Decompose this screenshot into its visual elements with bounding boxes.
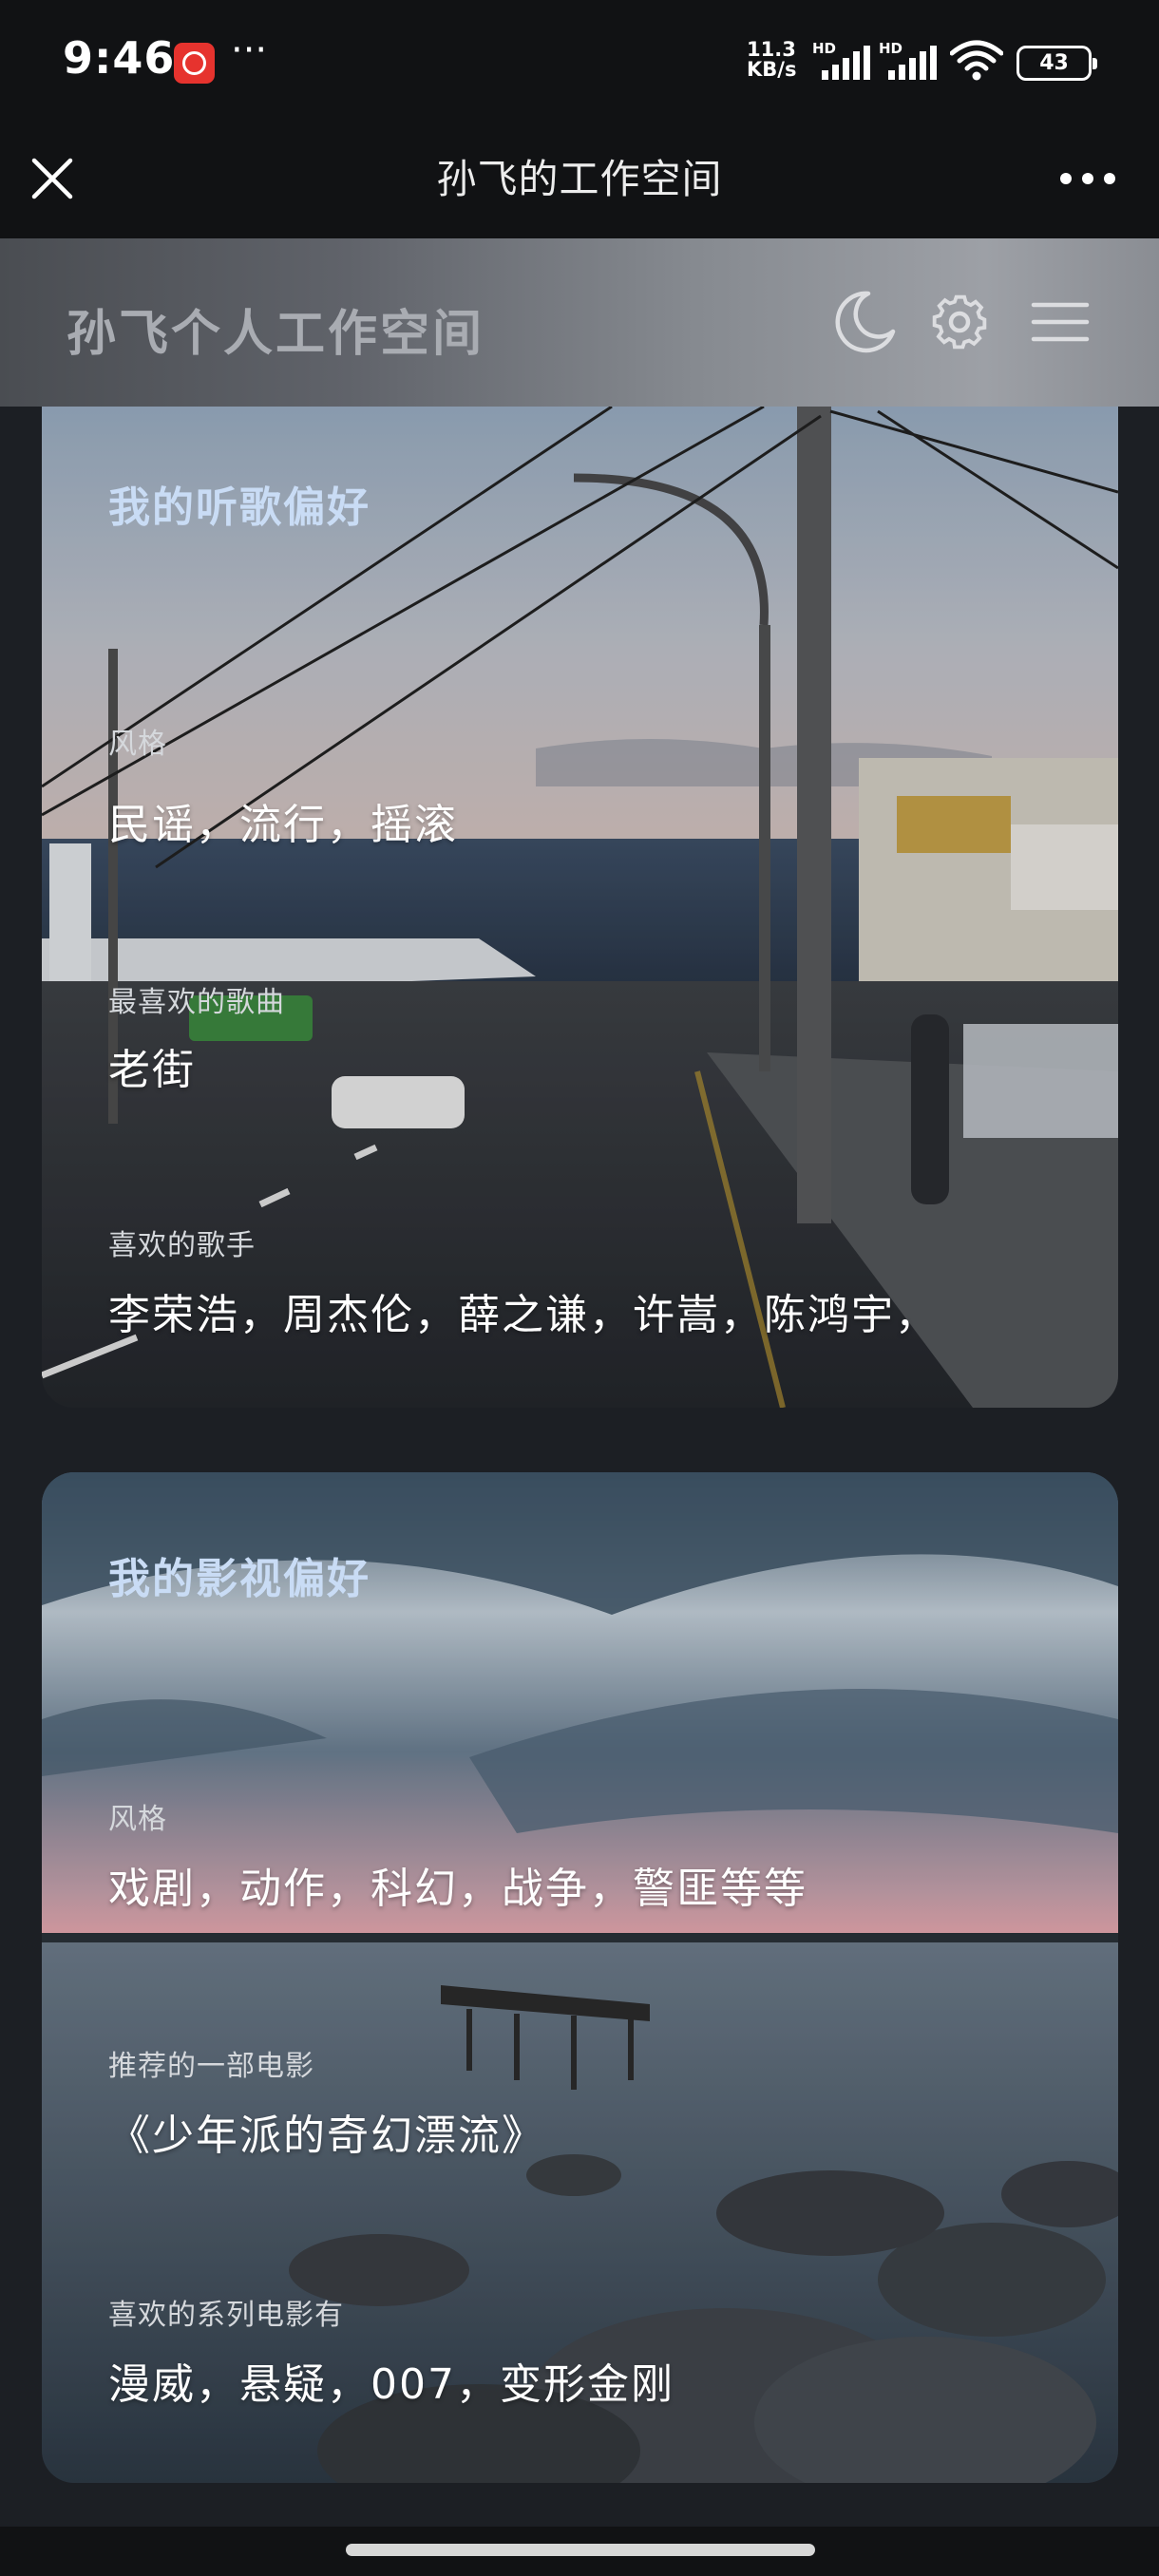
menu-icon (1031, 302, 1090, 342)
more-options-button[interactable] (1054, 164, 1121, 193)
moon-icon (835, 291, 896, 353)
film-style-label: 风格 (108, 1803, 167, 1836)
gear-icon (932, 294, 987, 350)
film-style-value: 戏剧，动作，科幻，战争，警匪等等 (108, 1865, 808, 1913)
favorite-singers-value: 李荣浩，周杰伦，薛之谦，许嵩，陈鸿宇， (108, 1291, 939, 1339)
workspace-title: 孙飞个人工作空间 (66, 306, 485, 363)
film-preference-card: 我的影视偏好 风格 戏剧，动作，科幻，战争，警匪等等 推荐的一部电影 《少年派的… (42, 1472, 1118, 2483)
network-speed: 11.3 KB/s (747, 40, 809, 80)
status-time: 9:46 (63, 32, 176, 84)
favorite-singers-label: 喜欢的歌手 (108, 1229, 256, 1262)
network-speed-value: 11.3 (747, 38, 796, 61)
system-nav-bar (0, 2527, 1159, 2576)
home-indicator[interactable] (346, 2544, 815, 2556)
page-title: 孙飞的工作空间 (436, 156, 723, 202)
recommended-movie-value: 《少年派的奇幻漂流》 (108, 2112, 545, 2160)
music-app-notification-icon (174, 43, 215, 84)
more-notifications-icon: ··· (231, 28, 268, 72)
wifi-icon (949, 40, 1004, 85)
more-horizontal-icon (1060, 173, 1115, 184)
music-style-value: 民谣，流行，摇滚 (108, 801, 458, 849)
favorite-series-label: 喜欢的系列电影有 (108, 2299, 344, 2332)
music-preference-card: 我的听歌偏好 风格 民谣，流行，摇滚 最喜欢的歌曲 老街 喜欢的歌手 李荣浩，周… (42, 407, 1118, 1408)
favorite-song-value: 老街 (108, 1046, 196, 1094)
film-card-title: 我的影视偏好 (108, 1555, 370, 1603)
menu-button[interactable] (1024, 286, 1096, 358)
favorite-song-label: 最喜欢的歌曲 (108, 986, 285, 1019)
dark-mode-toggle[interactable] (826, 286, 899, 358)
favorite-series-value: 漫威，悬疑，007，变形金刚 (108, 2360, 674, 2409)
app-header: 孙飞个人工作空间 (0, 238, 1159, 407)
settings-button[interactable] (923, 286, 996, 358)
status-bar: 9:46 ··· 11.3 KB/s HD HD 43 (0, 0, 1159, 126)
music-card-title: 我的听歌偏好 (108, 483, 370, 532)
recommended-movie-label: 推荐的一部电影 (108, 2050, 314, 2083)
music-style-label: 风格 (108, 728, 167, 761)
network-speed-unit: KB/s (747, 58, 797, 81)
battery-indicator: 43 (1016, 46, 1097, 81)
webview-title-bar: 孙飞的工作空间 (0, 126, 1159, 238)
